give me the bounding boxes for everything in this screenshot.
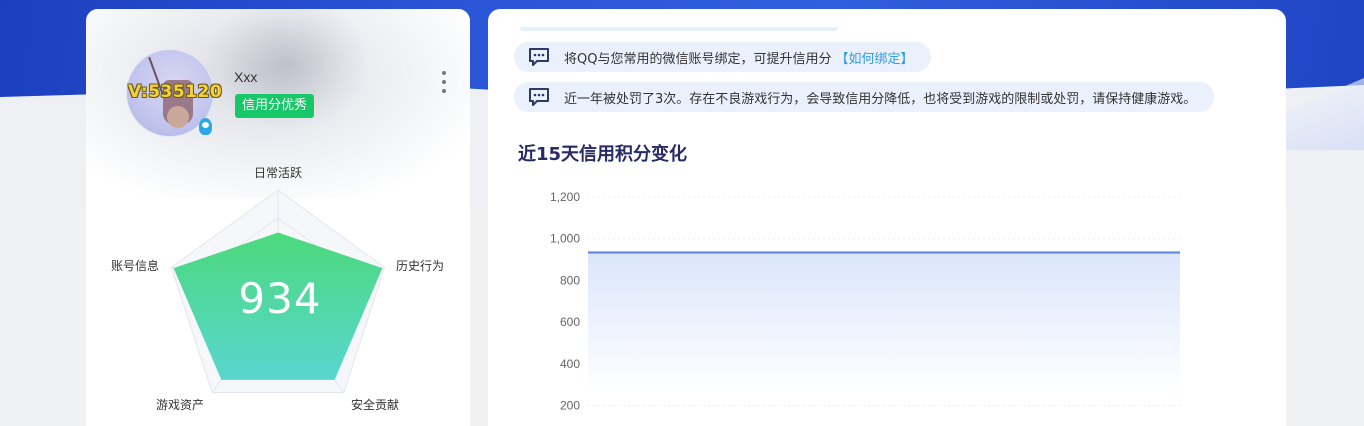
credit-level-badge: 信用分优秀 [235, 94, 315, 118]
y-tick-label: 600 [560, 315, 580, 329]
chart-area-fill [588, 252, 1180, 396]
radar-label-daily: 日常活跃 [254, 166, 303, 180]
section-title: 近15天信用积分变化 [518, 144, 688, 165]
notice-penalty: 近一年被处罚了3次。存在不良游戏行为，会导致信用分降低，也将受到游戏的限制或处罚… [514, 82, 1215, 112]
message-icon [528, 87, 550, 107]
message-icon [528, 47, 550, 67]
y-tick-label: 800 [560, 273, 580, 287]
how-to-bind-link[interactable]: 【如何绑定】 [835, 48, 913, 67]
vip-level-text: V:535120 [128, 82, 223, 102]
radar-label-security: 安全贡献 [351, 398, 400, 412]
radar-label-history: 历史行为 [396, 259, 445, 273]
y-tick-label: 1,000 [550, 232, 580, 246]
radar-label-account: 账号信息 [111, 259, 160, 273]
more-options-icon[interactable] [439, 71, 449, 93]
notice-text: 将QQ与您常用的微信账号绑定，可提升信用分 [564, 51, 832, 67]
qq-icon [199, 118, 212, 135]
avatar-art-bear [167, 106, 189, 128]
y-tick-label: 1,200 [550, 190, 580, 204]
y-tick-label: 400 [560, 357, 580, 371]
previous-notice-edge [520, 27, 838, 31]
username: Xxx [234, 69, 258, 85]
credit-score: 934 [238, 274, 322, 323]
notice-bind-wechat: 将QQ与您常用的微信账号绑定，可提升信用分 【如何绑定】 [514, 42, 932, 72]
radar-label-assets: 游戏资产 [156, 398, 205, 412]
credit-trend-chart: 1,200 1,000 800 600 400 200 [550, 190, 1180, 413]
notice-text: 近一年被处罚了3次。存在不良游戏行为，会导致信用分降低，也将受到游戏的限制或处罚… [564, 91, 1197, 107]
y-tick-label: 200 [560, 399, 580, 413]
credit-details-card: 将QQ与您常用的微信账号绑定，可提升信用分 【如何绑定】 近一年被处罚了3次。存… [488, 9, 1286, 426]
credit-profile-card: V:535120 Xxx 信用分优秀 日常活跃 历史行为 安全贡献 游戏资产 账… [86, 9, 470, 426]
